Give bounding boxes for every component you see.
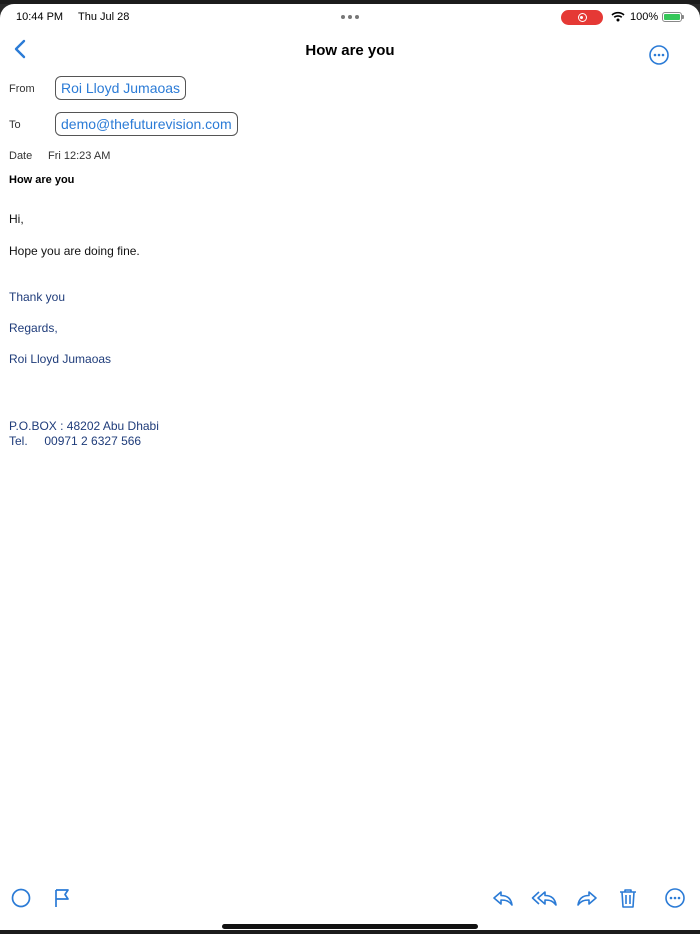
- status-bar: 10:44 PM Thu Jul 28 100%: [0, 4, 700, 26]
- from-label: From: [9, 83, 35, 95]
- reply-all-icon[interactable]: [531, 886, 559, 910]
- to-recipient-chip[interactable]: demo@thefuturevision.com: [55, 112, 238, 136]
- multitasking-dots-icon[interactable]: [341, 15, 359, 19]
- device-bezel-bottom: [0, 930, 700, 934]
- battery-icon: [662, 12, 684, 22]
- signature-po-box: P.O.BOX : 48202 Abu Dhabi: [9, 419, 159, 433]
- reply-icon[interactable]: [491, 886, 515, 910]
- status-date: Thu Jul 28: [78, 11, 130, 23]
- status-time: 10:44 PM: [16, 11, 64, 23]
- date-value: Fri 12:23 AM: [48, 150, 111, 162]
- forward-icon[interactable]: [575, 886, 599, 910]
- body-line: Hope you are doing fine.: [9, 244, 140, 258]
- mail-screen: 10:44 PM Thu Jul 28 100% How are you Fro…: [0, 4, 700, 930]
- body-regards: Regards,: [9, 321, 58, 335]
- more-icon[interactable]: [663, 886, 687, 910]
- trash-icon[interactable]: [616, 886, 640, 910]
- page-title: How are you: [305, 42, 395, 59]
- body-greeting: Hi,: [9, 212, 24, 226]
- date-label: Date: [9, 150, 33, 162]
- mark-unread-icon[interactable]: [9, 886, 33, 910]
- message-subject: How are you: [9, 174, 75, 186]
- home-indicator[interactable]: [222, 924, 478, 929]
- from-sender-chip[interactable]: Roi Lloyd Jumaoas: [55, 76, 187, 100]
- to-label: To: [9, 119, 21, 131]
- battery-percent: 100%: [630, 11, 659, 23]
- signature-tel: Tel. 00971 2 6327 566: [9, 434, 142, 448]
- signature-name: Roi Lloyd Jumaoas: [9, 352, 112, 366]
- flag-icon[interactable]: [51, 886, 75, 910]
- more-options-icon[interactable]: [648, 44, 670, 66]
- body-thanks: Thank you: [9, 290, 66, 304]
- screen-record-icon[interactable]: [561, 10, 603, 25]
- wifi-icon: [611, 11, 625, 22]
